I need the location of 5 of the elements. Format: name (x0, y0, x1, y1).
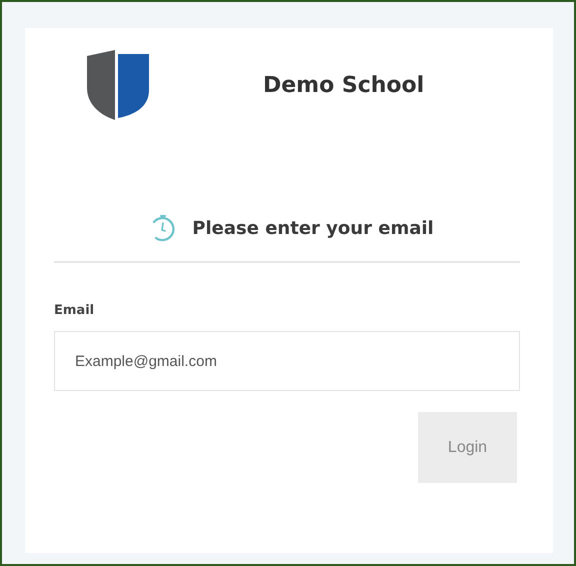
shield-logo-icon (85, 50, 151, 120)
email-input-field[interactable]: Example@gmail.com (54, 331, 520, 391)
school-name: Demo School (263, 72, 424, 98)
field-label: Email (54, 303, 96, 318)
heading: Please enter your email (192, 218, 434, 238)
